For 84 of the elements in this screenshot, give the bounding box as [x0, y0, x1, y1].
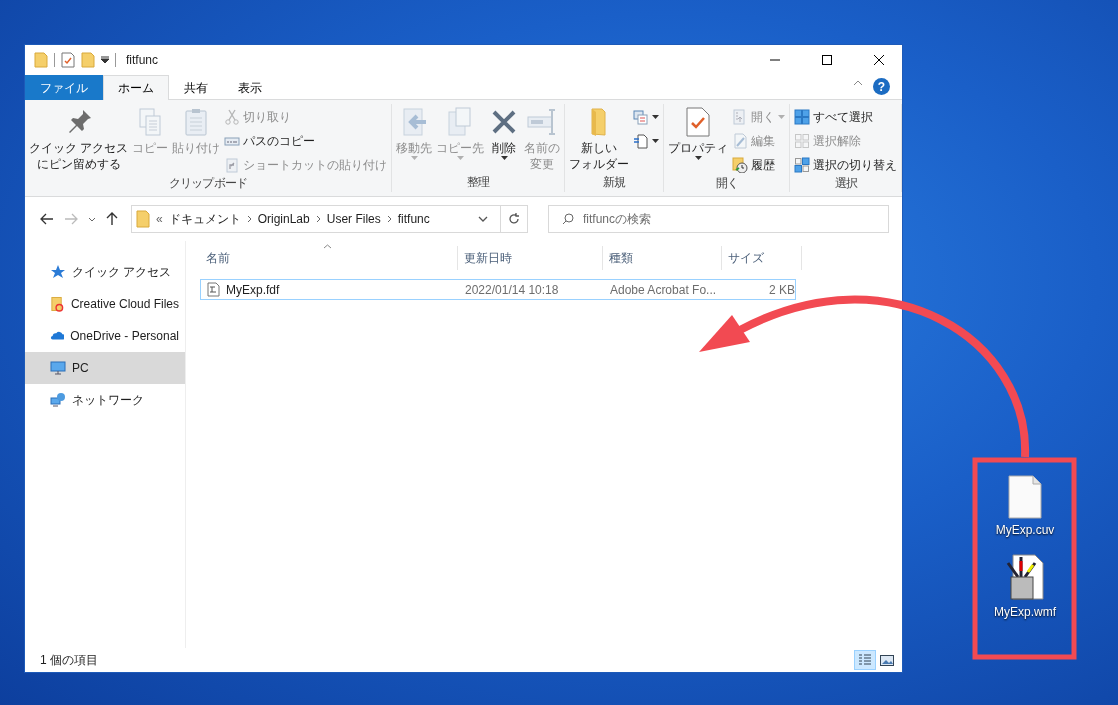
- picture-icon: [880, 654, 894, 666]
- table-cell-text: 2 KB: [768, 281, 796, 299]
- ribbon-button[interactable]: 新しい フォルダー: [567, 104, 632, 175]
- caret-icon: [652, 115, 660, 119]
- forward-arrow-icon: [64, 213, 78, 225]
- customize-caret-icon[interactable]: [101, 56, 109, 64]
- ribbon-tab[interactable]: 共有: [169, 75, 223, 100]
- desktop-icon-label[interactable]: MyExp.cuv: [995, 523, 1055, 537]
- ribbon-button[interactable]: パスのコピー: [222, 130, 390, 152]
- column-header[interactable]: サイズ: [722, 246, 802, 270]
- breadcrumb[interactable]: User Files: [326, 212, 381, 226]
- column-header[interactable]: 名前: [200, 246, 458, 270]
- overflow-chevron[interactable]: «: [156, 212, 163, 226]
- back-arrow-icon: [40, 213, 54, 225]
- breadcrumb[interactable]: ドキュメント: [168, 210, 241, 228]
- column-header[interactable]: 更新日時: [458, 246, 603, 270]
- desktop-icon-label[interactable]: MyExp.wmf: [994, 605, 1056, 619]
- sidebar-item[interactable]: Creative Cloud Files: [25, 288, 185, 320]
- sidebar-item[interactable]: OneDrive - Personal: [25, 320, 185, 352]
- pencil-page-icon: [732, 133, 749, 149]
- list-icon: [858, 654, 872, 666]
- shortcut-icon: [224, 157, 241, 173]
- grid-icon: [794, 109, 811, 125]
- new-item-icon: [633, 109, 650, 125]
- maximize-icon: [822, 55, 832, 65]
- chevron-icon[interactable]: [246, 215, 252, 223]
- close-icon: [874, 55, 884, 65]
- grid-icon: [794, 157, 811, 173]
- ribbon-tab[interactable]: ファイル: [25, 75, 103, 100]
- ribbon-tab[interactable]: 表示: [223, 75, 277, 100]
- caret-icon: [652, 139, 660, 143]
- help-button[interactable]: ?: [873, 78, 890, 95]
- grid-icon: [794, 133, 811, 149]
- caret-icon: [410, 156, 418, 160]
- caret-icon: [456, 156, 464, 160]
- monitor-icon: [50, 360, 66, 376]
- ribbon-button[interactable]: プロパティ: [666, 104, 731, 176]
- chevron-icon[interactable]: [315, 215, 321, 223]
- search-field[interactable]: fitfuncの検索: [548, 205, 889, 233]
- chevron-icon[interactable]: [386, 215, 392, 223]
- ribbon-tab[interactable]: ホーム: [103, 75, 169, 100]
- properties-icon[interactable]: [61, 52, 75, 68]
- network-icon: [50, 392, 66, 408]
- group-label: 新規: [602, 175, 627, 190]
- caret-icon: [694, 156, 702, 160]
- ribbon-button[interactable]: すべて選択: [792, 106, 900, 128]
- group-label: クリップボード: [167, 176, 249, 191]
- file-name: MyExp.fdf: [226, 282, 280, 297]
- caret-icon: [778, 115, 786, 119]
- paint-cup-file-icon[interactable]: [1005, 553, 1045, 601]
- breadcrumb[interactable]: OriginLab: [257, 212, 310, 226]
- refresh-icon: [508, 213, 520, 225]
- file-row[interactable]: MyExp.fdf 2022/01/14 10:18 Adobe Acrobat Fo... 2 KB: [200, 279, 796, 300]
- item-count: 1 個の項目: [40, 651, 98, 669]
- caret-icon: [500, 156, 508, 160]
- collapse-ribbon-icon[interactable]: [853, 80, 863, 86]
- sidebar-item[interactable]: PC: [25, 352, 185, 384]
- group-label: 整理: [466, 175, 491, 190]
- table-cell-text: Adobe Acrobat Fo...: [609, 281, 718, 299]
- history-icon: [732, 157, 749, 173]
- star-icon: [50, 264, 66, 280]
- ribbon-button[interactable]: 削除: [486, 104, 523, 175]
- dropdown-chevron-icon[interactable]: [478, 216, 488, 222]
- window-title: fitfunc: [125, 53, 158, 67]
- column-header[interactable]: 種類: [603, 246, 722, 270]
- ribbon-button[interactable]: 履歴: [730, 154, 788, 176]
- ribbon-button[interactable]: 選択の切り替え: [792, 154, 900, 176]
- table-cell-text: 2022/01/14 10:18: [464, 281, 560, 299]
- address-bar[interactable]: « ドキュメント OriginLab User Files fitfunc: [131, 205, 528, 233]
- search-icon: [562, 213, 574, 225]
- blank-file-icon[interactable]: [1008, 475, 1042, 519]
- text-file-icon: [207, 282, 220, 297]
- sidebar-item[interactable]: クイック アクセス: [25, 256, 185, 288]
- scissors-icon: [224, 109, 241, 125]
- group-label: 開く: [714, 176, 739, 191]
- folder-icon: [50, 296, 65, 312]
- sidebar-item[interactable]: ネットワーク: [25, 384, 185, 416]
- chevron-down-icon: [88, 216, 96, 222]
- up-arrow-icon: [106, 212, 118, 226]
- group-label: 選択: [833, 176, 859, 191]
- page-icon: [633, 133, 650, 149]
- ribbon-button[interactable]: クイック アクセス にピン留めする: [27, 104, 131, 176]
- folder-icon: [136, 210, 150, 228]
- breadcrumb[interactable]: fitfunc: [397, 212, 430, 226]
